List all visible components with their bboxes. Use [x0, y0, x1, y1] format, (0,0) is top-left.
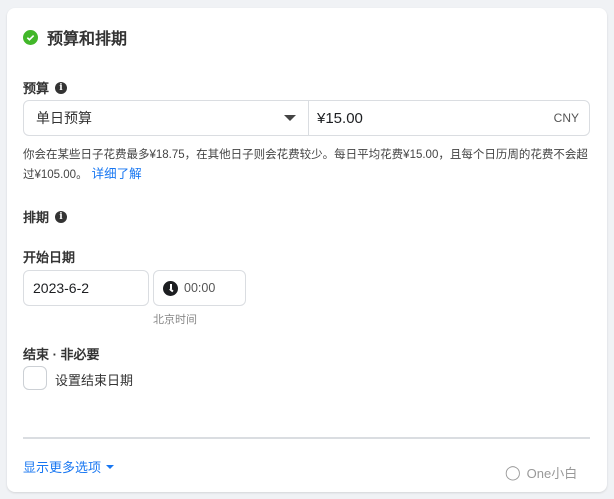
- start-time-input[interactable]: 00:00: [153, 270, 246, 306]
- budget-amount-value: ¥15.00: [317, 109, 363, 127]
- budget-label-row: 预算 i: [23, 78, 68, 97]
- start-time-value: 00:00: [184, 281, 216, 295]
- budget-schedule-card: 预算和排期 预算 i 单日预算 ¥15.00 CNY 你会在某些日子花费最多¥1…: [7, 8, 607, 492]
- caret-down-icon: [284, 115, 296, 121]
- budget-amount-input[interactable]: ¥15.00 CNY: [309, 101, 589, 135]
- budget-type-select[interactable]: 单日预算: [24, 101, 309, 135]
- watermark-text: One小白: [526, 466, 578, 481]
- clock-icon: [163, 280, 178, 296]
- watermark: ◯ One小白: [505, 463, 577, 482]
- end-date-label: 结束 · 非必要: [23, 347, 100, 362]
- wechat-icon: ◯: [505, 464, 521, 480]
- show-more-options-button[interactable]: 显示更多选项: [23, 457, 115, 476]
- learn-more-link[interactable]: 详细了解: [92, 167, 142, 181]
- budget-input-group: 单日预算 ¥15.00 CNY: [23, 100, 590, 136]
- budget-type-value: 单日预算: [36, 110, 92, 126]
- section-header: 预算和排期: [23, 25, 127, 49]
- section-title: 预算和排期: [47, 31, 128, 48]
- end-date-checkbox[interactable]: [23, 366, 47, 390]
- info-icon[interactable]: i: [55, 81, 68, 94]
- budget-help-text: 你会在某些日子花费最多¥18.75，在其他日子则会花费较少。每日平均花费¥15.…: [23, 146, 593, 185]
- currency-label: CNY: [553, 111, 579, 125]
- start-date-value: 2023-6-2: [33, 280, 90, 296]
- budget-label: 预算: [23, 81, 50, 96]
- caret-down-icon: [106, 464, 115, 469]
- end-date-checkbox-label[interactable]: 设置结束日期: [55, 370, 133, 389]
- check-circle-icon: [23, 29, 38, 45]
- start-date-label: 开始日期: [23, 250, 76, 265]
- schedule-label-row: 排期 i: [23, 207, 68, 226]
- timezone-label: 北京时间: [153, 314, 197, 326]
- schedule-label: 排期: [23, 210, 50, 225]
- divider: [23, 437, 590, 439]
- start-date-input[interactable]: 2023-6-2: [23, 270, 149, 306]
- show-more-label: 显示更多选项: [23, 460, 102, 475]
- info-icon[interactable]: i: [55, 210, 68, 223]
